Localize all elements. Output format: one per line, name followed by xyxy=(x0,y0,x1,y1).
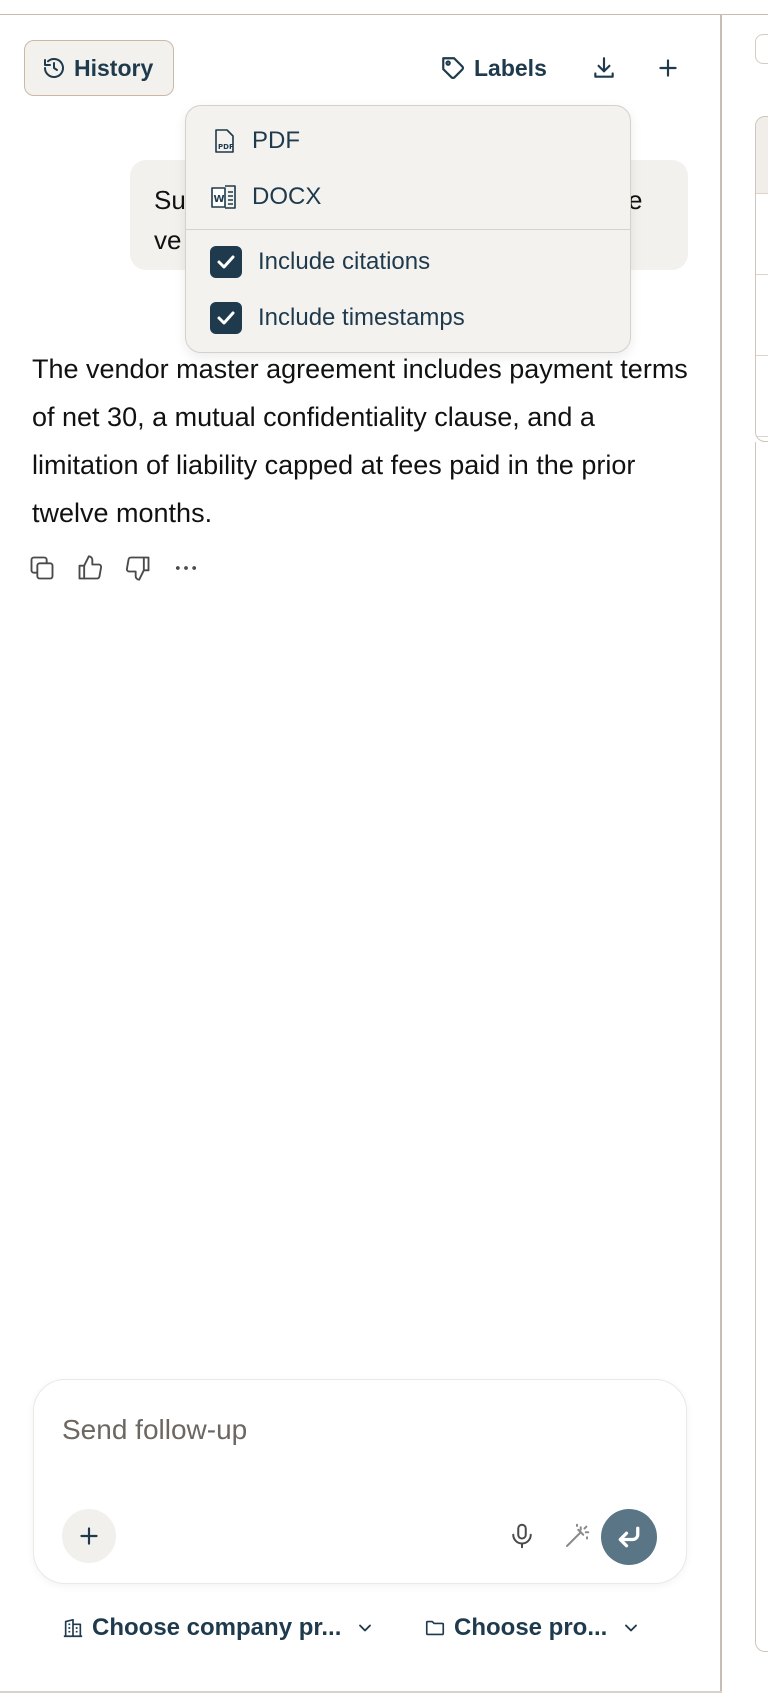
company-selector-label: Choose company pr... xyxy=(92,1614,342,1641)
composer xyxy=(33,1379,687,1584)
export-docx-label: DOCX xyxy=(252,183,322,210)
attach-button[interactable] xyxy=(62,1509,116,1563)
table-row xyxy=(756,117,768,194)
message-actions xyxy=(28,552,200,584)
include-citations-label: Include citations xyxy=(258,248,431,275)
include-timestamps-option[interactable]: Include timestamps xyxy=(186,290,630,346)
more-icon xyxy=(175,566,197,570)
new-chat-button[interactable] xyxy=(650,50,686,86)
svg-text:W: W xyxy=(214,194,225,205)
follow-up-input[interactable] xyxy=(62,1408,642,1452)
magic-wand-icon xyxy=(566,1523,590,1547)
folder-icon xyxy=(425,1620,445,1636)
table-row xyxy=(756,356,768,437)
project-selector-label: Choose pro... xyxy=(454,1614,608,1641)
thumbs-up-button[interactable] xyxy=(76,552,104,584)
export-pdf-item[interactable]: PDF PDF xyxy=(186,113,630,169)
table-row xyxy=(756,275,768,356)
export-docx-item[interactable]: W DOCX xyxy=(186,169,630,225)
magic-wand-button[interactable] xyxy=(557,1516,597,1556)
assistant-message-text: The vendor master agreement includes pay… xyxy=(32,354,688,528)
plus-icon xyxy=(659,59,677,77)
panel-divider[interactable] xyxy=(720,14,722,1692)
thumbs-down-button[interactable] xyxy=(124,552,152,584)
pdf-file-icon: PDF xyxy=(215,129,234,153)
chevron-down-icon xyxy=(625,1624,638,1632)
export-pdf-label: PDF xyxy=(252,127,300,154)
user-message-text-left: Su ve xyxy=(154,185,186,255)
include-timestamps-checkbox[interactable] xyxy=(210,302,242,334)
check-icon xyxy=(217,255,235,269)
svg-text:PDF: PDF xyxy=(218,143,234,151)
include-citations-checkbox[interactable] xyxy=(210,246,242,278)
export-menu: PDF PDF W DOCX Include citations Include… xyxy=(185,105,631,353)
labels-button[interactable]: Labels xyxy=(440,50,547,86)
history-icon xyxy=(44,58,64,78)
plus-icon xyxy=(80,1527,98,1545)
tag-icon xyxy=(442,57,464,79)
project-selector[interactable]: Choose pro... xyxy=(424,1610,641,1646)
company-profile-selector[interactable]: Choose company pr... xyxy=(62,1610,375,1646)
history-button[interactable]: History xyxy=(24,40,174,96)
chevron-down-icon xyxy=(359,1624,372,1632)
include-timestamps-label: Include timestamps xyxy=(258,304,465,331)
copy-button[interactable] xyxy=(28,552,56,584)
menu-divider xyxy=(186,229,630,230)
microphone-button[interactable] xyxy=(502,1516,542,1556)
check-icon xyxy=(217,311,235,325)
right-panel-edge xyxy=(755,442,768,1652)
copy-icon xyxy=(30,556,54,580)
building-icon xyxy=(63,1618,83,1638)
table-row xyxy=(756,194,768,275)
enter-arrow-icon xyxy=(618,1526,640,1548)
include-citations-option[interactable]: Include citations xyxy=(186,234,630,290)
thumbs-up-icon xyxy=(78,555,103,580)
download-icon xyxy=(594,57,614,78)
history-label: History xyxy=(74,54,154,81)
thumbs-down-icon xyxy=(125,556,150,581)
right-panel-table-stub xyxy=(755,116,768,442)
right-panel-button-stub[interactable] xyxy=(755,34,768,64)
word-file-icon: W xyxy=(211,185,236,209)
download-button[interactable] xyxy=(586,50,622,86)
send-button[interactable] xyxy=(601,1509,657,1565)
labels-label: Labels xyxy=(474,54,547,81)
top-border xyxy=(0,14,768,15)
bottom-border xyxy=(0,1691,722,1693)
more-options-button[interactable] xyxy=(172,552,200,584)
microphone-icon xyxy=(512,1523,532,1549)
